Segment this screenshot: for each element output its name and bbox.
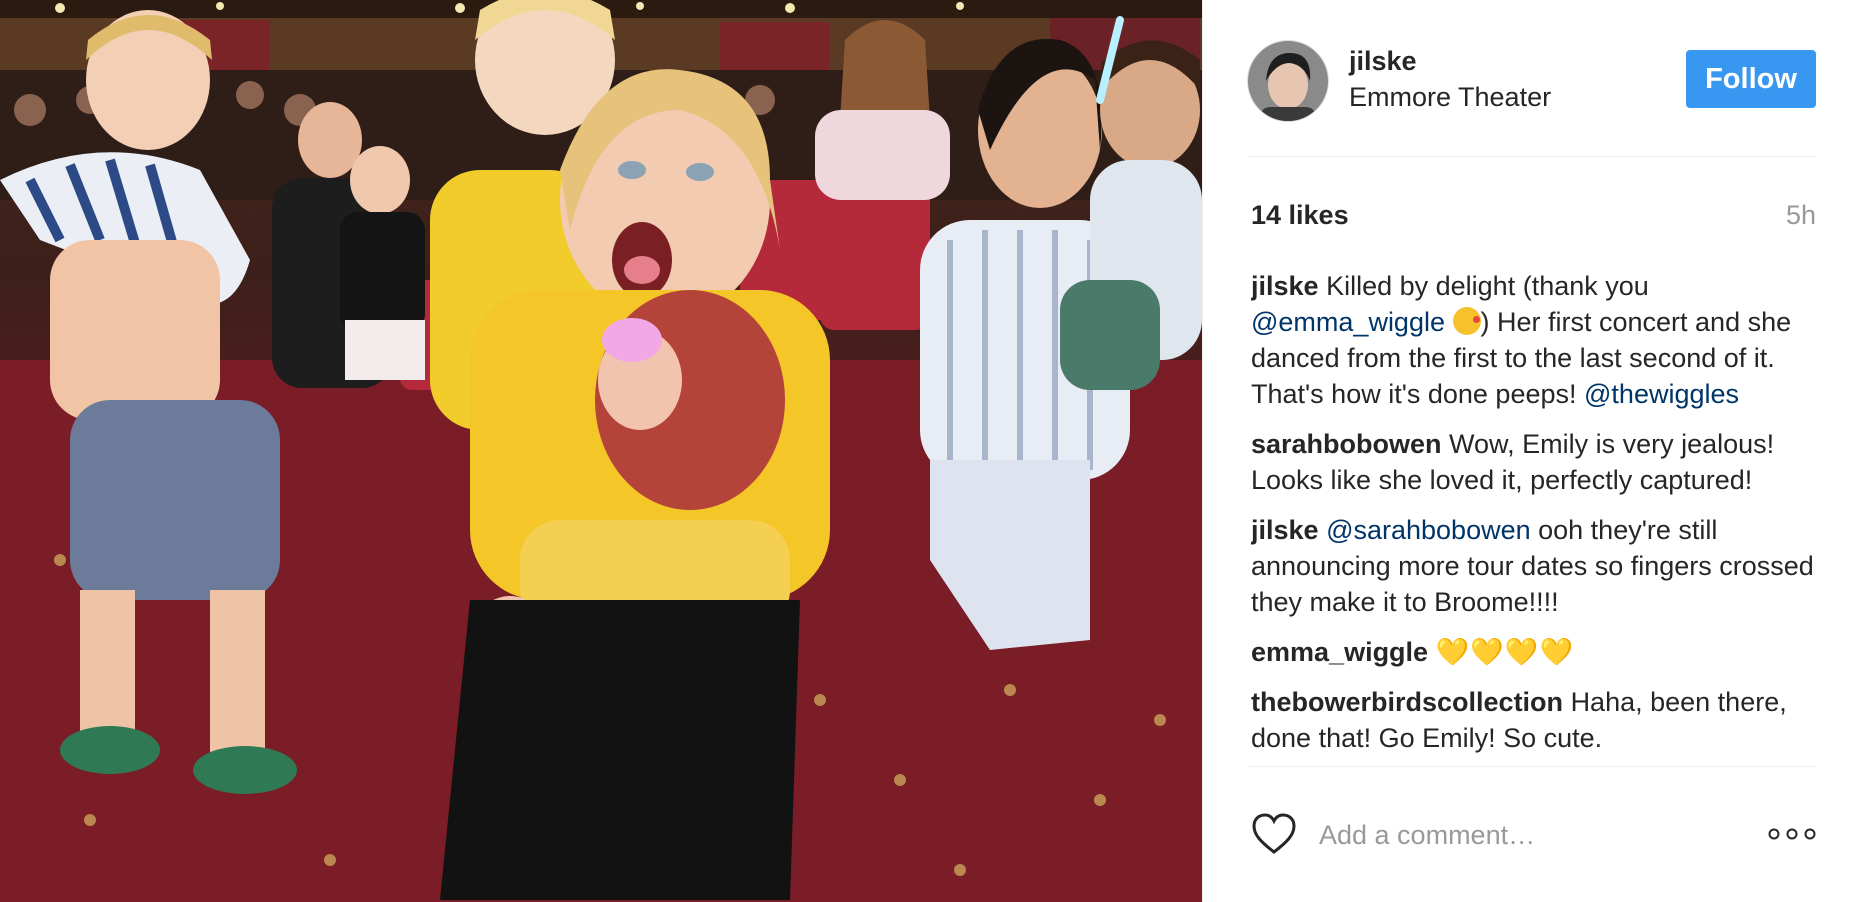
follow-button[interactable]: Follow [1686, 50, 1816, 108]
kiss-emoji-icon [1452, 307, 1481, 335]
post-time[interactable]: 5h [1786, 200, 1816, 231]
yellow-hearts-emoji: 💛💛💛💛 [1435, 637, 1575, 667]
comment-username[interactable]: jilske [1251, 515, 1319, 545]
more-options-icon[interactable] [1768, 826, 1816, 842]
mention-link[interactable]: @thewiggles [1584, 379, 1739, 409]
comment-item: sarahbobowen Wow, Emily is very jealous!… [1251, 426, 1824, 498]
comment-item: emma_wiggle 💛💛💛💛 [1251, 634, 1824, 670]
comment-item: thebowerbirdscollection Haha, been there… [1251, 684, 1824, 756]
post-side-panel: jilske Emmore Theater Follow 14 likes 5h… [1202, 0, 1874, 902]
comment-username[interactable]: jilske [1251, 271, 1319, 301]
heart-icon-svg [1252, 813, 1296, 854]
comment-username[interactable]: sarahbobowen [1251, 429, 1442, 459]
comment-text: Killed by delight (thank you [1326, 271, 1649, 301]
location-link[interactable]: Emmore Theater [1349, 82, 1551, 113]
concert-photo-illustration [0, 0, 1202, 902]
header-divider [1247, 156, 1816, 157]
comments-divider [1247, 766, 1816, 767]
mention-link[interactable]: @emma_wiggle [1251, 307, 1445, 337]
more-options-icon-svg [1768, 828, 1816, 840]
comment-username[interactable]: thebowerbirdscollection [1251, 687, 1563, 717]
post-header: jilske Emmore Theater Follow [1247, 38, 1816, 122]
add-comment-input[interactable] [1319, 812, 1749, 858]
likes-count[interactable]: 14 likes [1251, 200, 1349, 231]
mention-link[interactable]: @sarahbobowen [1326, 515, 1531, 545]
heart-icon[interactable] [1251, 812, 1297, 856]
comment-username[interactable]: emma_wiggle [1251, 637, 1428, 667]
post-photo[interactable] [0, 0, 1202, 902]
avatar-image [1248, 41, 1328, 121]
comments-list: jilske Killed by delight (thank you @emm… [1251, 268, 1824, 764]
comment-item: jilske Killed by delight (thank you @emm… [1251, 268, 1824, 412]
username-link[interactable]: jilske [1349, 46, 1417, 77]
comment-item: jilske @sarahbobowen ooh they're still a… [1251, 512, 1824, 620]
avatar[interactable] [1247, 40, 1329, 122]
